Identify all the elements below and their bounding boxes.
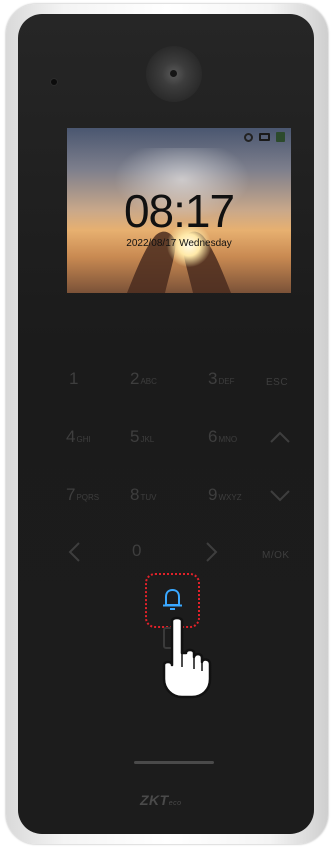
key-2[interactable]: 2ABC (130, 369, 157, 392)
key-3-digit: 3 (208, 369, 218, 388)
key-4[interactable]: 4GHI (66, 427, 91, 450)
key-7-digit: 7 (66, 485, 76, 504)
key-5[interactable]: 5JKL (130, 427, 154, 450)
camera-lens (146, 46, 202, 102)
brand-suffix: eco (168, 800, 182, 807)
key-8-letters: TUV (140, 493, 157, 502)
gear-icon (244, 132, 253, 142)
m-ok-key[interactable]: M/OK (262, 546, 290, 566)
esc-key[interactable]: ESC (266, 373, 288, 393)
light-sensor (51, 79, 57, 85)
chevron-right-icon[interactable] (205, 541, 219, 563)
key-9[interactable]: 9WXYZ (208, 485, 242, 508)
key-9-letters: WXYZ (218, 493, 242, 502)
key-0-digit: 0 (132, 541, 142, 560)
key-8-digit: 8 (130, 485, 140, 504)
monitor-icon (259, 133, 270, 141)
key-3[interactable]: 3DEF (208, 369, 234, 392)
clock-time: 08:17 (123, 185, 235, 237)
key-4-letters: GHI (76, 435, 91, 444)
card-icon (276, 132, 285, 142)
key-7-letters: PQRS (76, 493, 100, 502)
key-6-letters: MNO (218, 435, 238, 444)
pointing-hand-icon (162, 616, 212, 699)
key-6[interactable]: 6MNO (208, 427, 237, 450)
key-7[interactable]: 7PQRS (66, 485, 99, 508)
brand-logo: ZKTeco (140, 792, 182, 808)
display-screen: 08:17 2022/08/17 Wednesday (67, 128, 291, 293)
key-4-digit: 4 (66, 427, 76, 446)
chevron-left-icon[interactable] (67, 541, 81, 563)
brand-name: ZKT (140, 792, 169, 808)
indicator-bar (134, 761, 214, 764)
key-3-letters: DEF (218, 377, 235, 386)
key-5-digit: 5 (130, 427, 140, 446)
key-8[interactable]: 8TUV (130, 485, 156, 508)
key-2-letters: ABC (140, 377, 157, 386)
key-6-digit: 6 (208, 427, 218, 446)
clock-date: 2022/08/17 Wednesday (126, 238, 232, 249)
key-2-digit: 2 (130, 369, 140, 388)
key-9-digit: 9 (208, 485, 218, 504)
key-1-digit: 1 (69, 369, 79, 388)
chevron-down-icon[interactable] (269, 489, 291, 503)
status-bar (244, 132, 285, 142)
key-1[interactable]: 1 (69, 369, 78, 389)
key-0[interactable]: 0 (132, 541, 141, 561)
key-5-letters: JKL (140, 435, 155, 444)
chevron-up-icon[interactable] (269, 430, 291, 444)
